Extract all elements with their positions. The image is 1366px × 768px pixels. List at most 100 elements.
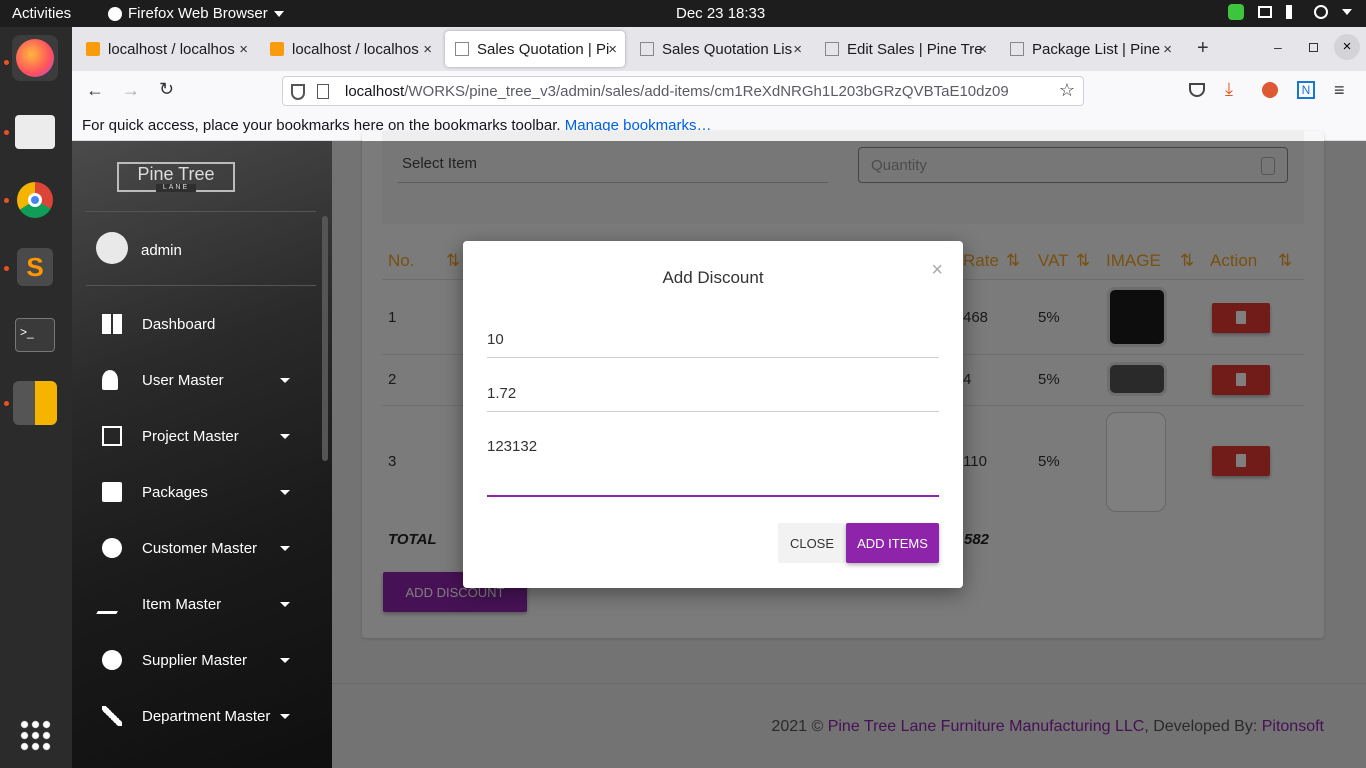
downloads-icon[interactable]: ⤓ [1225, 79, 1233, 100]
close-icon[interactable]: × [931, 259, 943, 282]
update-icon[interactable] [1228, 4, 1244, 20]
sidebar-item-label: Department Master [142, 707, 271, 725]
close-button[interactable]: CLOSE [778, 523, 846, 563]
pencil-icon [96, 594, 128, 614]
minimize-button[interactable]: – [1274, 39, 1282, 55]
sidebar-item-packages[interactable]: Packages [72, 464, 332, 520]
activities-button[interactable]: Activities [12, 5, 71, 22]
files-dock-icon[interactable] [12, 109, 58, 155]
dock: S >_ [0, 27, 72, 768]
tab-3[interactable]: Sales Quotation | Pi × [445, 31, 625, 67]
user-panel[interactable]: admin [86, 211, 316, 286]
reload-icon[interactable]: ↻ [159, 79, 174, 100]
sidebar-item-label: User Master [142, 371, 224, 389]
firefox-dock-icon[interactable] [12, 35, 58, 81]
sidebar-item-department-master[interactable]: Department Master [72, 688, 332, 744]
tab-label: Edit Sales | Pine Tre [847, 40, 983, 58]
username: admin [141, 242, 182, 259]
power-icon[interactable] [1314, 5, 1328, 19]
tab-5[interactable]: Edit Sales | Pine Tre × [815, 31, 995, 67]
app-menu[interactable]: Firefox Web Browser [108, 5, 284, 22]
page-icon [825, 42, 839, 56]
system-top-bar: Activities Firefox Web Browser Dec 23 18… [0, 0, 1366, 27]
close-icon[interactable]: × [608, 41, 617, 58]
tab-6[interactable]: Package List | Pine × [1000, 31, 1180, 67]
frame-icon [102, 426, 122, 446]
discount-field-2[interactable]: 1.72 [487, 385, 939, 412]
close-icon[interactable]: × [978, 41, 987, 58]
clock[interactable]: Dec 23 18:33 [676, 5, 765, 22]
phpmyadmin-icon [270, 42, 284, 56]
close-icon[interactable]: × [1163, 41, 1172, 58]
tab-label: Sales Quotation Lis [662, 40, 793, 58]
tab-4[interactable]: Sales Quotation Lis × [630, 31, 810, 67]
bookmark-star-icon[interactable]: ☆ [1059, 80, 1075, 101]
page-icon [455, 42, 469, 56]
caret-down-icon [280, 545, 290, 551]
nav-bar: ← → ↻ localhost/WORKS/pine_tree_v3/admin… [72, 71, 1366, 111]
pocket-icon[interactable] [1189, 83, 1205, 97]
field-value: 1.72 [487, 385, 517, 402]
page-icon [1010, 42, 1024, 56]
extension-icon[interactable]: N [1297, 81, 1315, 99]
add-items-button[interactable]: ADD ITEMS [846, 523, 939, 563]
admin-sidebar: Pine Tree LANE admin Dashboard User Mast… [72, 141, 332, 768]
url-path: /WORKS/pine_tree_v3/admin/sales/add-item… [404, 82, 1009, 100]
sidebar-item-customer-master[interactable]: Customer Master [72, 520, 332, 576]
system-tray[interactable] [1228, 4, 1352, 20]
page-info-icon[interactable] [317, 84, 329, 99]
tab-label: Sales Quotation | Pi [477, 40, 610, 58]
field-value: 123132 [487, 438, 538, 455]
sidebar-item-label: Item Master [142, 595, 222, 613]
sidebar-item-project-master[interactable]: Project Master [72, 408, 332, 464]
close-icon[interactable]: × [239, 41, 248, 58]
maximize-button[interactable] [1309, 43, 1318, 52]
back-icon[interactable]: ← [86, 80, 104, 101]
terminal-dock-icon[interactable]: >_ [12, 312, 58, 358]
page-icon [640, 42, 654, 56]
sublime-dock-icon[interactable]: S [12, 244, 58, 290]
show-apps-button[interactable] [12, 712, 58, 758]
caret-down-icon [280, 713, 290, 719]
volume-icon[interactable] [1286, 5, 1300, 19]
close-icon[interactable]: × [423, 41, 432, 58]
tab-label: Package List | Pine [1032, 40, 1161, 58]
sidebar-item-label: Packages [142, 483, 208, 501]
calculator-dock-icon[interactable] [12, 380, 58, 426]
sidebar-item-user-master[interactable]: User Master [72, 352, 332, 408]
sidebar-item-label: Dashboard [142, 315, 216, 333]
sidebar-item-item-master[interactable]: Item Master [72, 576, 332, 632]
dashboard-icon [102, 314, 122, 334]
sidebar-item-dashboard[interactable]: Dashboard [72, 296, 332, 352]
tab-1[interactable]: localhost / localhos × [76, 31, 256, 67]
tab-label: localhost / localhos [292, 40, 419, 58]
logo[interactable]: Pine Tree LANE [117, 162, 235, 192]
new-tab-button[interactable]: + [1197, 37, 1209, 60]
url-bar[interactable]: localhost/WORKS/pine_tree_v3/admin/sales… [282, 76, 1084, 106]
sidebar-item-label: Project Master [142, 427, 239, 445]
modal-title: Add Discount [662, 268, 764, 287]
sidebar-item-supplier-master[interactable]: Supplier Master [72, 632, 332, 688]
running-indicator [4, 130, 9, 135]
tab-2[interactable]: localhost / localhos × [260, 31, 440, 67]
forward-icon[interactable]: → [122, 80, 140, 101]
grid-icon [19, 719, 51, 751]
duckduckgo-icon[interactable] [1262, 82, 1278, 98]
discount-field-1[interactable]: 10 [487, 331, 939, 358]
browser-chrome: localhost / localhos × localhost / local… [72, 27, 1366, 141]
shield-icon[interactable] [291, 84, 305, 100]
sublime-icon: S [17, 248, 53, 286]
close-icon[interactable]: × [793, 41, 802, 58]
caret-down-icon [280, 377, 290, 383]
caret-down-icon [280, 433, 290, 439]
caret-down-icon [280, 489, 290, 495]
close-window-button[interactable]: × [1334, 34, 1360, 60]
firefox-icon [108, 6, 122, 21]
folder-icon [15, 115, 55, 149]
chrome-dock-icon[interactable] [12, 177, 58, 223]
network-icon[interactable] [1258, 6, 1272, 18]
add-discount-modal: Add Discount × 10 1.72 123132 CLOSE ADD … [463, 241, 963, 588]
chevron-down-icon[interactable] [1342, 9, 1352, 15]
menu-icon[interactable]: ≡ [1334, 80, 1345, 101]
discount-textarea[interactable]: 123132 [487, 438, 939, 497]
